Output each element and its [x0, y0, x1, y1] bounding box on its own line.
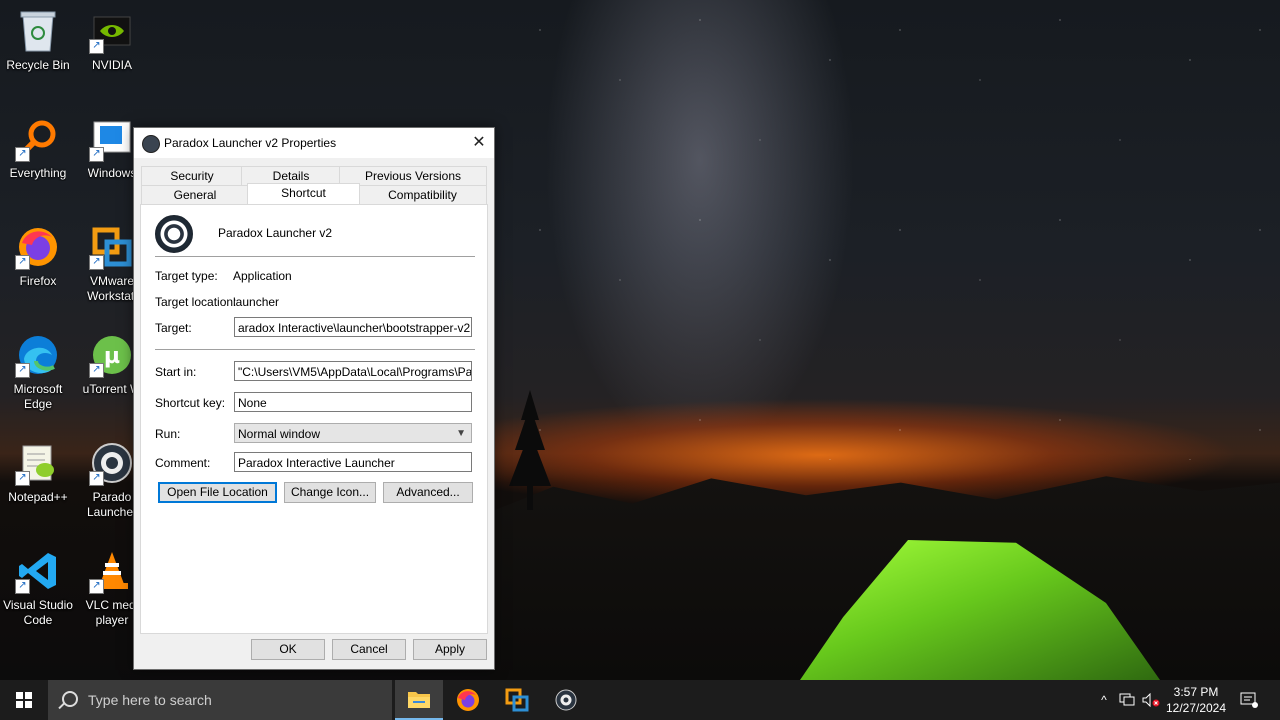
apply-button[interactable]: Apply: [413, 639, 487, 660]
notification-center-icon[interactable]: [1236, 680, 1262, 720]
target-type-label: Target type:: [155, 269, 218, 283]
desktop-icon-label: NVIDIA: [91, 58, 132, 72]
taskbar-firefox[interactable]: [444, 680, 492, 720]
shortcut-arrow-icon: ↗: [15, 471, 30, 486]
edge-icon: ↗: [15, 332, 61, 378]
shortcut-arrow-icon: ↗: [89, 39, 104, 54]
paradox-launcher-icon: [142, 135, 160, 153]
windows-app-icon: ↗: [89, 116, 135, 162]
tray-overflow-chevron-icon[interactable]: ^: [1094, 680, 1114, 720]
run-select[interactable]: Normal window ▼: [234, 423, 472, 443]
svg-text:µ: µ: [104, 344, 120, 369]
run-label: Run:: [155, 427, 181, 441]
shortcut-key-input[interactable]: None: [234, 392, 472, 412]
utorrent-icon: µ ↗: [89, 332, 135, 378]
recycle-bin-icon: [15, 8, 61, 54]
desktop-icon-label: Firefox: [19, 274, 57, 288]
clock-date: 12/27/2024: [1165, 701, 1227, 715]
comment-input[interactable]: Paradox Interactive Launcher: [234, 452, 472, 472]
start-button[interactable]: [0, 680, 48, 720]
run-select-value: Normal window: [238, 427, 321, 441]
close-icon[interactable]: ✕: [464, 128, 494, 158]
desktop-icon-label: Everything: [9, 166, 67, 180]
comment-label: Comment:: [155, 456, 211, 470]
shortcut-arrow-icon: ↗: [15, 579, 30, 594]
windows-logo-icon: [16, 692, 32, 708]
dialog-titlebar[interactable]: Paradox Launcher v2 Properties ✕: [134, 128, 494, 158]
shortcut-arrow-icon: ↗: [15, 255, 30, 270]
taskbar: Type here to search ^ 3:57 PM 12/27/2024: [0, 680, 1280, 720]
tab-shortcut[interactable]: Shortcut: [247, 183, 360, 204]
shortcut-arrow-icon: ↗: [89, 471, 104, 486]
open-file-location-button[interactable]: Open File Location: [158, 482, 277, 503]
start-in-input[interactable]: "C:\Users\VM5\AppData\Local\Programs\Par…: [234, 361, 472, 381]
desktop-icon-label: Notepad++: [8, 490, 68, 504]
shortcut-key-label: Shortcut key:: [155, 396, 226, 410]
search-icon: [62, 691, 78, 707]
taskbar-search-box[interactable]: Type here to search: [48, 680, 392, 720]
desktop-icon-recycle-bin[interactable]: Recycle Bin: [0, 8, 76, 73]
desktop-icon-label: Recycle Bin: [6, 58, 70, 72]
firefox-icon: ↗: [15, 224, 61, 270]
chevron-down-icon: ▼: [456, 428, 466, 439]
desktop-icon-edge[interactable]: ↗ Microsoft Edge: [0, 332, 76, 412]
network-icon[interactable]: [1116, 680, 1138, 720]
shortcut-arrow-icon: ↗: [89, 363, 104, 378]
taskbar-paradox-launcher[interactable]: [542, 680, 590, 720]
target-type-value: Application: [233, 269, 292, 283]
shortcut-arrow-icon: ↗: [15, 147, 30, 162]
dialog-title: Paradox Launcher v2 Properties: [164, 136, 337, 150]
desktop-icon-label: Windows: [87, 166, 137, 180]
target-label: Target:: [155, 321, 192, 335]
tab-general[interactable]: General: [141, 185, 249, 204]
clock-time: 3:57 PM: [1173, 685, 1219, 699]
tab-previous-versions[interactable]: Previous Versions: [339, 166, 487, 185]
vmware-icon: ↗: [89, 224, 135, 270]
paradox-launcher-icon: [155, 215, 193, 253]
firefox-icon: [457, 689, 479, 711]
shortcut-arrow-icon: ↗: [89, 147, 104, 162]
target-input[interactable]: aradox Interactive\launcher\bootstrapper…: [234, 317, 472, 337]
ok-button[interactable]: OK: [251, 639, 325, 660]
target-location-value: launcher: [233, 295, 280, 309]
wallpaper-stars: [500, 0, 1280, 460]
search-placeholder: Type here to search: [88, 692, 212, 708]
taskbar-vmware[interactable]: [493, 680, 541, 720]
change-icon-button[interactable]: Change Icon...: [284, 482, 376, 503]
start-in-label: Start in:: [155, 365, 197, 379]
taskbar-clock[interactable]: 3:57 PM 12/27/2024: [1160, 684, 1232, 716]
desktop-icon-notepadpp[interactable]: ↗ Notepad++: [0, 440, 76, 505]
desktop-icon-everything[interactable]: ↗ Everything: [0, 116, 76, 181]
desktop-icon-label: Visual Studio Code: [3, 598, 73, 627]
desktop-icon-label: Microsoft Edge: [13, 382, 63, 411]
desktop-icon-firefox[interactable]: ↗ Firefox: [0, 224, 76, 289]
volume-muted-icon[interactable]: [1140, 680, 1162, 720]
vlc-icon: ↗: [89, 548, 135, 594]
target-location-label: Target location:: [155, 295, 237, 309]
shortcut-arrow-icon: ↗: [89, 579, 104, 594]
cancel-button[interactable]: Cancel: [332, 639, 406, 660]
advanced-button[interactable]: Advanced...: [383, 482, 473, 503]
shortcut-panel: Paradox Launcher v2 Target type: Applica…: [140, 204, 488, 634]
nvidia-icon: ↗: [89, 8, 135, 54]
tab-security[interactable]: Security: [141, 166, 243, 185]
divider: [155, 349, 475, 351]
divider: [155, 256, 475, 258]
shortcut-arrow-icon: ↗: [15, 363, 30, 378]
properties-dialog: Paradox Launcher v2 Properties ✕ Securit…: [133, 127, 495, 670]
shortcut-arrow-icon: ↗: [89, 255, 104, 270]
paradox-launcher-icon: [555, 689, 577, 711]
vmware-icon: [505, 688, 529, 712]
tab-compatibility[interactable]: Compatibility: [358, 185, 487, 204]
notepad-plus-plus-icon: ↗: [15, 440, 61, 486]
paradox-launcher-icon: ↗: [89, 440, 135, 486]
vscode-icon: ↗: [15, 548, 61, 594]
desktop-icon-nvidia[interactable]: ↗ NVIDIA: [74, 8, 150, 73]
everything-search-icon: ↗: [15, 116, 61, 162]
taskbar-file-explorer[interactable]: [395, 680, 443, 720]
desktop-icon-vscode[interactable]: ↗ Visual Studio Code: [0, 548, 76, 628]
app-name: Paradox Launcher v2: [218, 226, 333, 240]
file-explorer-icon: [408, 692, 430, 708]
